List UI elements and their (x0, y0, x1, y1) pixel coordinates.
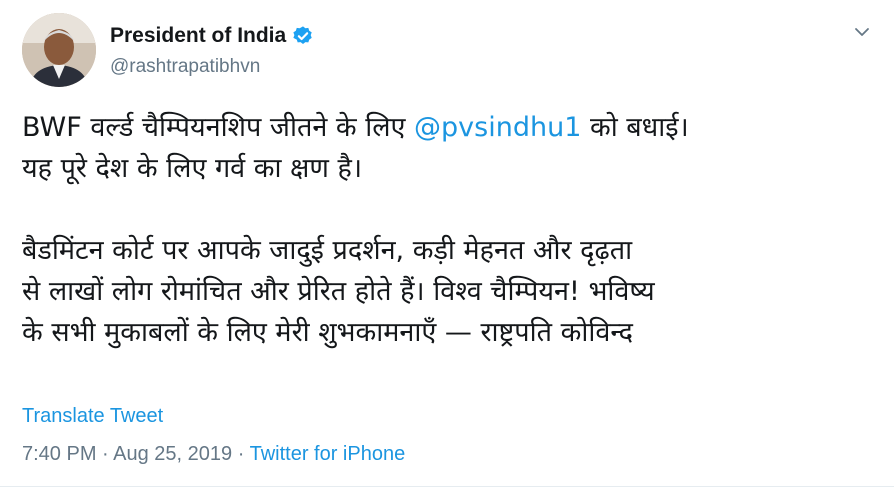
divider (0, 486, 894, 487)
tweet-line-2: यह पूरे देश के लिए गर्व का क्षण है। (22, 153, 363, 184)
tweet-line-1: BWF वर्ल्ड चैम्पियनशिप जीतने के लिए @pvs… (22, 107, 882, 148)
mention-link[interactable]: @pvsindhu1 (414, 112, 581, 143)
author-name-row[interactable]: President of India (110, 22, 314, 50)
avatar[interactable] (22, 13, 96, 87)
tweet-text: BWF वर्ल्ड चैम्पियनशिप जीतने के लिए @pvs… (22, 107, 882, 353)
tweet-line-5: के सभी मुकाबलों के लिए मेरी शुभकामनाएँ —… (22, 317, 634, 348)
tweet-text-segment: को बधाई। (581, 112, 689, 143)
tweet-date[interactable]: Aug 25, 2019 (113, 443, 232, 465)
tweet-time[interactable]: 7:40 PM (22, 443, 96, 465)
author-handle[interactable]: @rashtrapatibhvn (110, 56, 260, 78)
tweet-source-link[interactable]: Twitter for iPhone (250, 443, 406, 465)
verified-badge-icon (293, 26, 312, 44)
chevron-down-icon[interactable] (852, 22, 872, 42)
tweet-line-3: बैडमिंटन कोर्ट पर आपके जादुई प्रदर्शन, क… (22, 235, 633, 266)
translate-tweet-link[interactable]: Translate Tweet (22, 405, 163, 428)
display-name[interactable]: President of India (110, 24, 286, 48)
tweet-meta: 7:40 PM · Aug 25, 2019 · Twitter for iPh… (22, 443, 405, 466)
tweet-line-4: से लाखों लोग रोमांचित और प्रेरित होते है… (22, 276, 655, 307)
tweet-text-segment: BWF वर्ल्ड चैम्पियनशिप जीतने के लिए (22, 112, 415, 143)
meta-separator: · (232, 443, 250, 465)
profile-photo-icon (22, 13, 96, 87)
meta-separator: · (96, 443, 114, 465)
